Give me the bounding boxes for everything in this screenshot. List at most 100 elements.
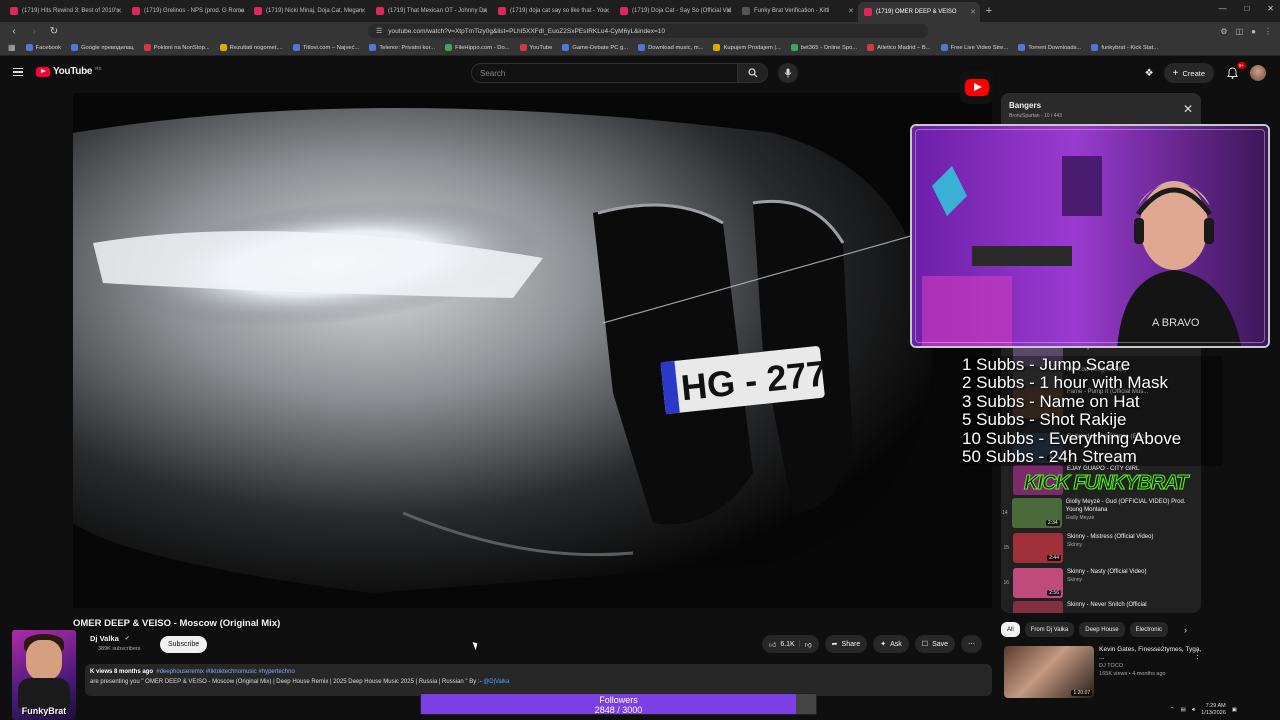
account-avatar[interactable] [1250,65,1266,81]
bookmark-item[interactable]: Download music, m... [638,44,703,51]
profile-icon[interactable]: ● [1251,27,1256,36]
browser-tab[interactable]: Funky Brat Verification - Kittl ✕ [736,2,858,20]
forward-icon[interactable]: › [28,26,40,37]
bookmark-item[interactable]: Free Live Video Stre... [940,44,1008,51]
bookmark-item[interactable]: Titlovi.com – Najveć... [292,44,359,51]
bookmark-item[interactable]: Telenor: Privatni kor... [369,44,435,51]
menu-icon[interactable]: ⋮ [1264,27,1272,36]
description-link[interactable]: @DjValka [483,679,509,685]
playlist-item[interactable]: 14 2:34 Giolly Meyzè - Gud (OFFICIAL VIDEO… [1001,498,1201,532]
back-icon[interactable]: ‹ [8,26,20,37]
voice-search-button[interactable] [778,63,798,83]
save-button[interactable]: ☐ Save [914,635,956,653]
tab-close-icon[interactable]: ✕ [360,7,366,15]
bookmark-item[interactable]: Torrent Downloads... [1018,44,1081,51]
hamburger-menu-icon[interactable] [13,68,23,76]
new-tab-icon[interactable]: + [980,5,998,17]
recommended-channel[interactable]: DJ TOCO [1099,662,1204,670]
close-icon[interactable]: ✕ [1183,102,1193,116]
browser-tab[interactable]: (1719) That Mexican OT - Johnny Da ✕ [370,2,492,20]
playlist-item-thumbnail[interactable]: 2:34 [1011,498,1062,528]
tab-close-icon[interactable]: ✕ [482,7,488,15]
url-field[interactable]: ☰ youtube.com/watch?v=XtpTmTizy0g&list=P… [368,24,928,38]
followers-goal-bar: Followers 2848 / 3000 [420,693,817,715]
bookmark-item[interactable]: funkybrat - Kick Stat... [1091,44,1158,51]
browser-tab[interactable]: (1719) Hits Rewind 3: Best of 2010's ✕ [4,2,126,20]
like-button[interactable]: 👍︎ 6.1K | 👎︎ [762,635,819,653]
extension-puzzle-icon[interactable]: ❖ [1145,68,1154,79]
video-player[interactable]: HG - 277 [73,93,992,608]
network-icon[interactable]: ▤ [1181,707,1186,713]
description-box[interactable]: K views 8 months ago #deephouseremix #ti… [85,664,992,696]
speaker-icon[interactable]: 🔊︎ [1192,707,1195,714]
ask-button[interactable]: ✦ Ask [873,635,909,653]
channel-info[interactable]: Dj Valka ✔ [90,634,130,643]
apps-grid-icon[interactable]: ▦ [8,43,16,52]
chevron-up-icon[interactable]: ⌃ [1170,707,1175,713]
sidebar-icon[interactable]: ◫ [1236,27,1244,36]
create-button[interactable]: + Create [1163,63,1214,83]
channel-name[interactable]: Dj Valka [90,634,119,643]
browser-tab[interactable]: (1719) doja cat say so like that - You ✕ [492,2,614,20]
recommended-title[interactable]: Kevin Gates, Finesse2tymes, Tyga, ... [1099,646,1204,662]
recommended-video[interactable]: 1:20:07 Kevin Gates, Finesse2tymes, Tyga… [1004,646,1204,698]
filter-chip[interactable]: Electronic [1129,622,1168,637]
browser-tab[interactable]: (1719) OMER DEEP & VEISO ✕ [858,2,980,22]
bookmark-item[interactable]: Facebook [25,44,61,51]
hashtags[interactable]: #deephouseremix #tiktoktechnomusic #hype… [156,669,294,675]
more-icon: ⋯ [968,641,976,648]
bookmark-item[interactable]: FileHippo.com - Do... [445,44,510,51]
bookmark-item[interactable]: Kupujem Prodajem |... [713,44,781,51]
close-icon[interactable]: ✕ [1267,4,1274,13]
tab-favicon-icon [254,7,262,15]
tab-close-icon[interactable]: ✕ [116,7,122,15]
clock[interactable]: 7:29 AM 1/13/2026 [1201,703,1225,717]
playlist-item-thumbnail[interactable] [1013,601,1063,613]
search-button[interactable] [737,64,767,82]
playlist-item-artist: Skinny [1067,542,1083,548]
extension-icon[interactable]: ⚙ [1220,27,1227,36]
maximize-icon[interactable]: □ [1244,4,1249,13]
filter-chip[interactable]: All [1001,622,1020,637]
bookmark-item[interactable]: Google преводилац [71,44,134,51]
bookmark-item[interactable]: bet365 - Online Spo... [790,44,857,51]
reload-icon[interactable]: ↻ [48,26,60,37]
bookmark-label: Download music, m... [648,44,704,51]
thumbs-down-icon[interactable]: 👎︎ [805,640,812,649]
tab-close-icon[interactable]: ✕ [970,8,976,16]
tab-close-icon[interactable]: ✕ [726,7,732,15]
search-input[interactable]: Search [472,69,737,78]
bookmark-item[interactable]: Game-Debate PC g... [562,44,628,51]
bookmark-item[interactable]: Pokloni na NonStop... [143,44,210,51]
share-button[interactable]: ➦ Share [824,635,868,653]
notifications-button[interactable]: 9+ [1224,62,1246,81]
playlist-item[interactable]: 16 2:56 Skinny - Nasty (Official Video) Ski… [1001,568,1201,602]
more-icon[interactable]: ⋮ [1193,650,1202,661]
playlist-item[interactable]: 17 Skinny - Never Snitch (Official [1001,601,1201,613]
tab-close-icon[interactable]: ✕ [848,7,854,15]
more-actions-button[interactable]: ⋯ [961,635,983,653]
recommended-thumbnail[interactable]: 1:20:07 [1004,646,1095,698]
youtube-logo[interactable]: YouTube RS [36,66,101,77]
chevron-right-icon[interactable]: › [1184,625,1187,635]
browser-tab[interactable]: (1719) Nicki Minaj, Doja Cat, Megan ✕ [248,2,370,20]
browser-tab[interactable]: (1719) Grelinos - NPS (prod. G Roma ✕ [126,2,248,20]
playlist-title[interactable]: Bangers [1009,101,1193,110]
filter-chip[interactable]: From Dj Valka [1024,622,1075,637]
subscribe-button[interactable]: Subscribe [160,636,208,653]
filter-chip[interactable]: Deep House [1079,622,1125,637]
minimize-icon[interactable]: — [1218,4,1226,13]
site-info-icon[interactable]: ☰ [376,27,382,35]
bookmark-label: funkybrat - Kick Stat... [1101,44,1159,51]
search-box[interactable]: Search [471,63,768,83]
notification-center-icon[interactable]: ▣ [1232,707,1237,713]
playlist-item[interactable]: 15 2:44 Skinny - Mistress (Official Video)… [1001,533,1201,567]
bookmark-item[interactable]: Atletico Madrid – B... [867,44,931,51]
bookmark-item[interactable]: YouTube [519,44,552,51]
playlist-item-thumbnail[interactable]: 2:44 [1013,533,1063,563]
browser-tab[interactable]: (1719) Doja Cat - Say So (Official Vid ✕ [614,2,736,20]
playlist-item-thumbnail[interactable]: 2:56 [1013,568,1063,598]
tab-close-icon[interactable]: ✕ [604,7,610,15]
bookmark-item[interactable]: Rezultati nogomet,... [219,44,283,51]
tab-close-icon[interactable]: ✕ [238,7,244,15]
